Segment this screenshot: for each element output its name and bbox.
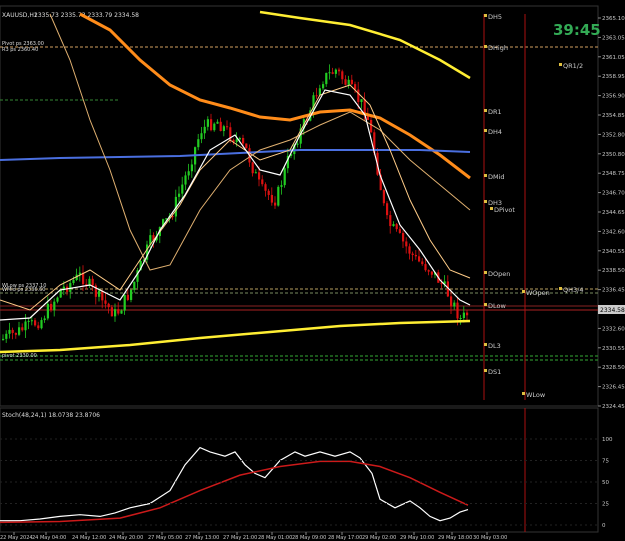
price-tick: 2361.05 (602, 55, 625, 61)
stoch-tick: 0 (602, 523, 606, 529)
price-tick: 2350.80 (602, 152, 625, 158)
time-tick: 24 May 20:00 (109, 535, 143, 541)
price-tick: 2352.80 (602, 132, 625, 138)
level-label: DH4 (488, 128, 502, 136)
level-label: DR1 (488, 108, 502, 116)
price-tick: 2326.45 (602, 385, 625, 391)
price-tick: 2344.65 (602, 210, 625, 216)
price-axis: 2365.10 2363.05 2361.05 2358.95 2356.90 2354.… (598, 16, 625, 410)
time-tick: 29 May 02:00 (362, 535, 396, 541)
time-axis: 22 May 2024 24 May 04:00 24 May 12:00 24 Ma… (0, 532, 507, 541)
time-tick: 29 May 18:00 (438, 535, 472, 541)
stoch-tick: 75 (602, 459, 609, 465)
time-tick: 28 May 09:00 (292, 535, 326, 541)
price-tick: 2358.95 (602, 74, 625, 80)
level-label: WLow (526, 391, 546, 399)
stoch-tick: 50 (602, 480, 609, 486)
time-tick: 22 May 2024 (0, 535, 33, 541)
time-tick: 29 May 10:00 (400, 535, 434, 541)
price-tick: 2363.05 (602, 35, 625, 41)
price-tick: 2336.45 (602, 288, 625, 294)
current-price-value: 2334.58 (600, 307, 625, 314)
price-tick: 2340.55 (602, 249, 625, 255)
level-label: DOpen (488, 270, 510, 278)
level-label: DS1 (488, 368, 501, 376)
time-tick: 30 May 03:00 (473, 535, 507, 541)
candle-timer: 39:45 (553, 21, 601, 39)
time-tick: 24 May 12:00 (72, 535, 106, 541)
time-tick: 27 May 13:00 (185, 535, 219, 541)
stoch-tick: 25 (602, 502, 609, 508)
level-label: DPivot (494, 206, 515, 214)
price-tick: 2354.85 (602, 113, 625, 119)
level-label: DMid (488, 173, 505, 181)
time-tick: 27 May 05:00 (148, 535, 182, 541)
stoch-tick: 100 (602, 437, 613, 443)
price-tick: 2348.75 (602, 171, 625, 177)
price-tick: 2365.10 (602, 16, 625, 22)
price-tick: 2356.90 (602, 94, 625, 100)
price-tick: 2346.70 (602, 191, 625, 197)
stoch-panel[interactable] (0, 407, 599, 533)
left-label: WMid ps 2336.60 (2, 287, 45, 293)
level-label: DHigh (488, 44, 508, 52)
price-tick: 2328.50 (602, 365, 625, 371)
time-tick: 28 May 01:00 (258, 535, 292, 541)
level-label: DLow (488, 302, 506, 310)
price-tick: 2330.55 (602, 346, 625, 352)
price-tick: 2332.60 (602, 326, 625, 332)
level-label: DH5 (488, 13, 502, 21)
level-label: QH3/4 (563, 286, 583, 294)
price-tick: 2342.60 (602, 229, 625, 235)
left-label: pivot 2330.00 (2, 353, 37, 359)
stoch-label: Stoch(48,24,1) 18.0738 23.8706 (2, 412, 100, 419)
time-tick: 28 May 17:00 (328, 535, 362, 541)
price-tick: 2338.50 (602, 268, 625, 274)
level-label: WOpen (526, 289, 550, 297)
time-tick: 27 May 21:00 (223, 535, 257, 541)
level-label: QR1/2 (563, 62, 583, 70)
price-tick: 2324.45 (602, 404, 625, 410)
symbol-info: XAUUSD,H1 (2, 12, 38, 19)
time-tick: 24 May 04:00 (32, 535, 66, 541)
level-label: DL3 (488, 342, 501, 350)
left-label: R3 ps 2360.40 (2, 47, 38, 53)
trading-chart[interactable]: XAUUSD,H1 2335.73 2335.73 2333.79 2334.5… (0, 0, 625, 541)
